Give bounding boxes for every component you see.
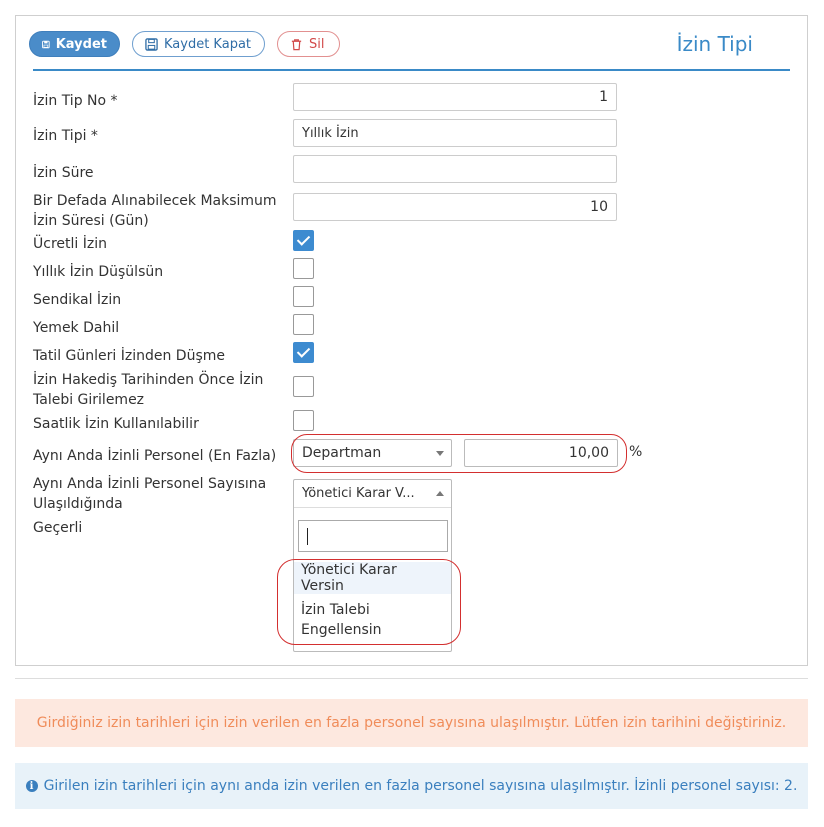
max-sure-label-line1: Bir Defada Alınabilecek Maksimum bbox=[33, 193, 277, 209]
save-button-label: Kaydet bbox=[55, 36, 107, 52]
save-icon bbox=[145, 37, 158, 51]
ucretli-izin-checkbox[interactable] bbox=[293, 230, 314, 251]
dropdown-search-input[interactable] bbox=[298, 520, 448, 552]
percent-unit: % bbox=[629, 444, 643, 460]
max-sure-label: Bir Defada Alınabilecek Maksimum İzin Sü… bbox=[33, 191, 277, 231]
save-icon bbox=[42, 40, 50, 48]
info-alert-text: Girilen izin tarihleri için aynı anda iz… bbox=[43, 778, 798, 794]
highlight-oval-options bbox=[277, 559, 461, 645]
hakedis-label: İzin Hakediş Tarihinden Önce İzin Talebi… bbox=[33, 370, 263, 410]
save-close-button-label: Kaydet Kapat bbox=[164, 36, 252, 52]
max-sure-input[interactable]: 10 bbox=[293, 193, 617, 221]
ulasildiginda-selected-value: Yönetici Karar V... bbox=[302, 486, 415, 501]
warning-alert: Girdiğiniz izin tarihleri için izin veri… bbox=[15, 699, 808, 747]
yillik-dusulsun-checkbox[interactable] bbox=[293, 258, 314, 279]
izin-tipi-label: İzin Tipi * bbox=[33, 128, 98, 144]
sendikal-izin-checkbox[interactable] bbox=[293, 286, 314, 307]
izin-sure-label: İzin Süre bbox=[33, 165, 94, 181]
ulasildiginda-selected[interactable]: Yönetici Karar V... bbox=[294, 480, 451, 508]
ulasildiginda-label-line2: Ulaşıldığında bbox=[33, 496, 123, 512]
izin-tip-no-input[interactable]: 1 bbox=[293, 83, 617, 111]
ucretli-izin-label: Ücretli İzin bbox=[33, 236, 107, 252]
tatil-gunleri-label: Tatil Günleri İzinden Düşme bbox=[33, 348, 225, 364]
hakedis-checkbox[interactable] bbox=[293, 376, 314, 397]
title-underline bbox=[33, 69, 790, 71]
save-button[interactable]: Kaydet bbox=[29, 31, 120, 57]
info-alert: i Girilen izin tarihleri için aynı anda … bbox=[15, 763, 808, 809]
max-sure-label-line2: İzin Süresi (Gün) bbox=[33, 213, 149, 229]
save-close-button[interactable]: Kaydet Kapat bbox=[132, 31, 265, 57]
saatlik-izin-checkbox[interactable] bbox=[293, 410, 314, 431]
delete-button[interactable]: Sil bbox=[277, 31, 340, 57]
ayni-anda-label: Aynı Anda İzinli Personel (En Fazla) bbox=[33, 448, 277, 464]
sendikal-izin-label: Sendikal İzin bbox=[33, 292, 122, 308]
ulasildiginda-label: Aynı Anda İzinli Personel Sayısına Ulaşı… bbox=[33, 474, 266, 514]
ulasildiginda-label-line1: Aynı Anda İzinli Personel Sayısına bbox=[33, 476, 267, 492]
chevron-up-icon bbox=[436, 491, 444, 496]
hakedis-label-line1: İzin Hakediş Tarihinden Önce İzin bbox=[33, 372, 264, 388]
info-circle-icon: i bbox=[25, 780, 38, 792]
hakedis-label-line2: Talebi Girilemez bbox=[33, 392, 145, 408]
yemek-dahil-label: Yemek Dahil bbox=[33, 320, 120, 336]
saatlik-izin-label: Saatlik İzin Kullanılabilir bbox=[33, 416, 199, 432]
gecerli-label: Geçerli bbox=[33, 520, 83, 536]
yemek-dahil-checkbox[interactable] bbox=[293, 314, 314, 335]
text-cursor bbox=[307, 528, 308, 545]
tatil-gunleri-checkbox[interactable] bbox=[293, 342, 314, 363]
izin-tipi-input[interactable]: Yıllık İzin bbox=[293, 119, 617, 147]
yillik-dusulsun-label: Yıllık İzin Düşülsün bbox=[33, 264, 164, 280]
form-panel: Kaydet Kaydet Kapat Sil İzin Tipi İzin T… bbox=[15, 15, 808, 666]
izin-sure-input[interactable] bbox=[293, 155, 617, 183]
trash-icon bbox=[291, 38, 302, 50]
highlight-oval-limit bbox=[291, 434, 627, 473]
delete-button-label: Sil bbox=[309, 36, 325, 52]
section-divider bbox=[15, 678, 808, 679]
izin-tip-no-label: İzin Tip No * bbox=[33, 93, 118, 109]
page-title: İzin Tipi bbox=[676, 32, 753, 56]
warning-alert-text: Girdiğiniz izin tarihleri için izin veri… bbox=[36, 715, 787, 731]
